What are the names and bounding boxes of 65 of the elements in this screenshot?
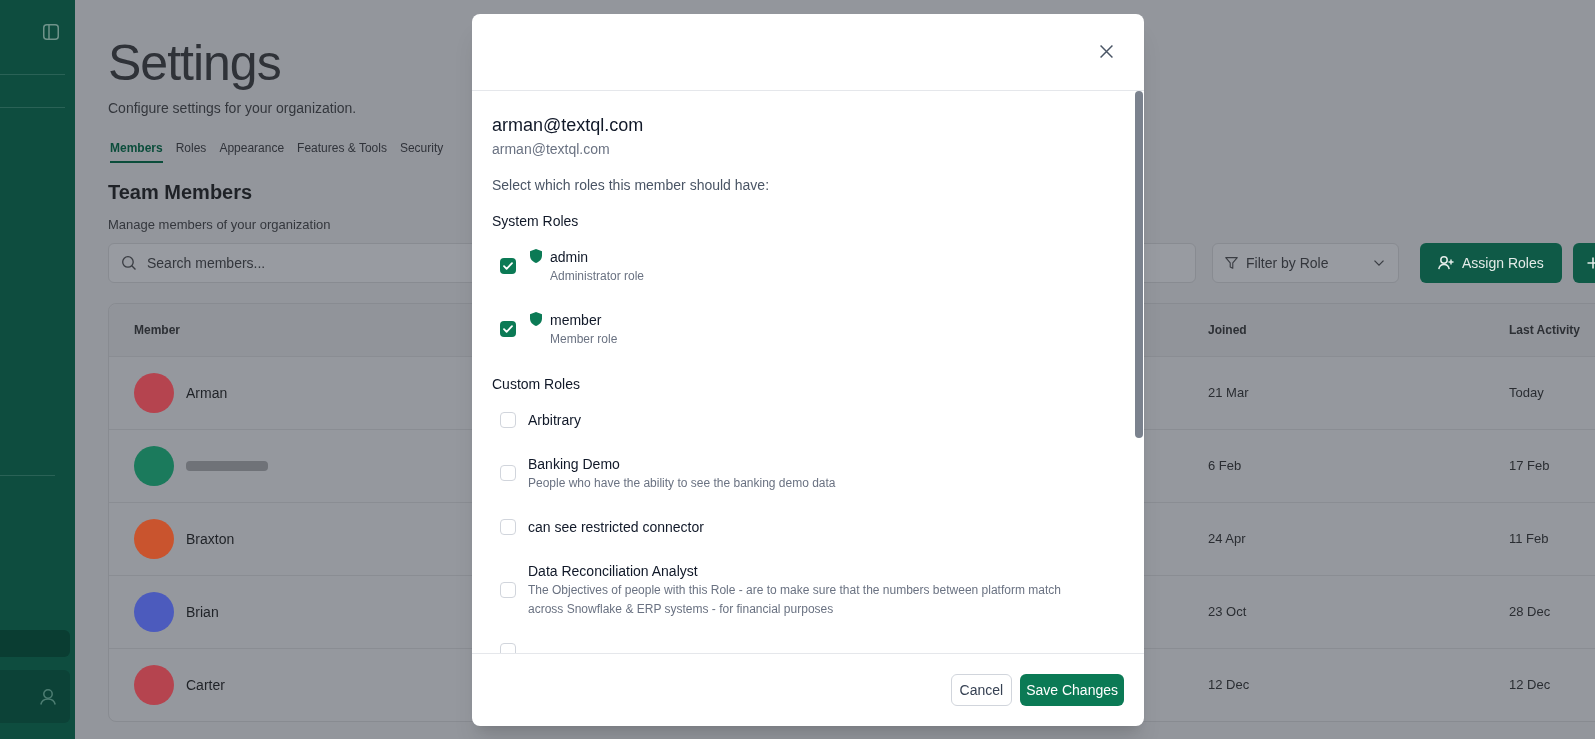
person-icon	[40, 688, 56, 705]
role-name: member	[550, 310, 602, 330]
tab[interactable]: Security	[399, 140, 444, 163]
check-icon	[503, 325, 513, 333]
last-activity: Today	[1509, 384, 1544, 403]
cancel-button[interactable]: Cancel	[950, 673, 1013, 706]
tab[interactable]: Features & Tools	[297, 140, 387, 163]
save-button[interactable]: Save Changes	[1020, 673, 1124, 706]
role-name: Arbitrary	[528, 410, 581, 430]
check-icon	[503, 262, 513, 270]
tab[interactable]: Members	[110, 140, 163, 163]
checkbox[interactable]	[500, 258, 516, 274]
last-activity: 17 Feb	[1509, 457, 1550, 476]
checkbox[interactable]	[500, 465, 516, 481]
role-description: The Objectives of people with this Role - are to make sure that the numbers between platform match across Snowflake & ERP systems - for financial purposes	[528, 581, 1062, 618]
tab[interactable]: Appearance	[219, 140, 285, 163]
column-header: Last Activity	[1509, 322, 1580, 338]
joined-date: 24 Apr	[1208, 530, 1246, 549]
scrollbar-thumb[interactable]	[1135, 90, 1143, 438]
member-name: Arman	[186, 384, 228, 403]
shield-icon	[530, 248, 542, 263]
account-panel[interactable]	[0, 670, 70, 723]
tab[interactable]: Roles	[175, 140, 207, 163]
shield-icon	[530, 311, 542, 326]
section-title: Team Members	[108, 180, 253, 205]
search-icon	[122, 256, 136, 270]
joined-date: 6 Feb	[1208, 457, 1242, 476]
last-activity: 11 Feb	[1509, 530, 1549, 549]
column-header: Joined	[1208, 322, 1247, 338]
member-email: arman@textql.com	[492, 139, 610, 159]
roles-prompt: Select which roles this member should have:	[492, 175, 770, 195]
role-name: Data Reconciliation Analyst	[528, 561, 698, 581]
close-icon	[1099, 45, 1113, 58]
role-name: admin	[550, 247, 589, 267]
page-title: Settings	[108, 38, 281, 88]
checkbox[interactable]	[500, 411, 516, 428]
filter-icon	[1225, 257, 1238, 269]
checkbox[interactable]	[500, 321, 516, 337]
role-name: Banking Demo	[528, 454, 620, 474]
member-name: Braxton	[186, 530, 235, 549]
panel-icon[interactable]	[43, 24, 59, 40]
action-button[interactable]: Assign Roles	[1420, 243, 1562, 283]
column-header: Member	[134, 322, 180, 338]
joined-date: 21 Mar	[1208, 384, 1249, 403]
member-name: Carter	[186, 676, 225, 695]
filter-dropdown[interactable]: Filter by Role	[1212, 243, 1399, 283]
checkbox[interactable]	[500, 518, 516, 535]
chevron-down-icon	[1374, 260, 1384, 266]
joined-date: 23 Oct	[1208, 603, 1247, 622]
page-subtitle: Configure settings for your organization.	[108, 99, 357, 118]
role-description: Administrator role	[550, 267, 645, 285]
last-activity: 28 Dec	[1509, 603, 1551, 622]
plus-icon	[1586, 257, 1595, 269]
last-activity: 12 Dec	[1509, 676, 1551, 695]
member-email-title: arman@textql.com	[492, 113, 644, 137]
joined-date: 12 Dec	[1208, 676, 1250, 695]
member-name: Brian	[186, 603, 219, 622]
role-name: can see restricted connector	[528, 517, 704, 537]
section-subtitle: Manage members of your organization	[108, 216, 331, 234]
role-description: Member role	[550, 330, 618, 348]
role-description: People who have the ability to see the banking demo data	[528, 474, 836, 492]
checkbox[interactable]	[500, 581, 516, 598]
group-heading: Custom Roles	[492, 374, 580, 394]
group-heading: System Roles	[492, 211, 579, 231]
user-plus-icon	[1438, 256, 1454, 270]
